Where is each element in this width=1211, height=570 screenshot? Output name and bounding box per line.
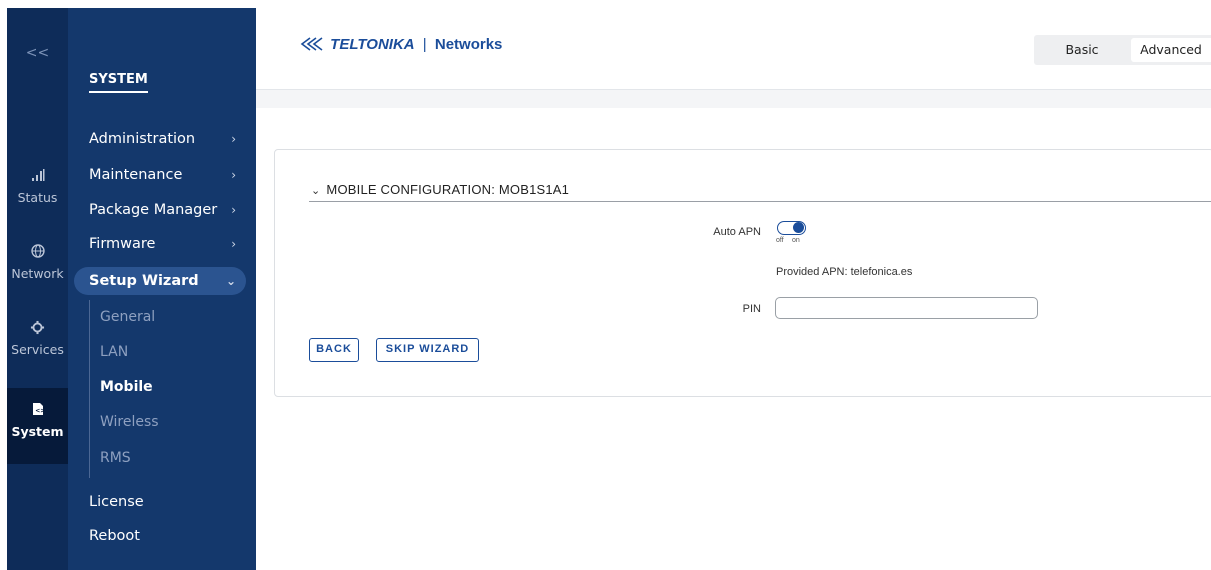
mode-advanced-button[interactable]: Advanced — [1131, 38, 1211, 62]
menu-item-firmware[interactable]: Firmware › — [89, 236, 246, 252]
teltonika-logo[interactable]: TELTONIKA | Networks — [300, 36, 502, 53]
logo-brand: TELTONIKA — [330, 36, 415, 53]
logo-separator: | — [422, 36, 427, 53]
auto-apn-toggle[interactable] — [777, 221, 806, 235]
chevron-right-icon: › — [231, 168, 236, 182]
back-button[interactable]: BACK — [309, 338, 359, 362]
submenu-item-wireless[interactable]: Wireless — [100, 414, 159, 430]
rail-item-services[interactable]: Services — [7, 320, 68, 364]
submenu-item-lan[interactable]: LAN — [100, 344, 128, 360]
toggle-off-label: off — [776, 237, 784, 244]
rail-item-network[interactable]: Network — [7, 244, 68, 284]
mode-switch: Basic Advanced — [1034, 35, 1211, 65]
top-header: TELTONIKA | Networks Basic Advanced — [256, 8, 1211, 90]
mobile-configuration-card: ⌄ MOBILE CONFIGURATION: MOB1S1A1 Auto APN… — [274, 149, 1211, 397]
submenu-item-general[interactable]: General — [100, 309, 155, 325]
chevron-down-icon: ⌄ — [311, 185, 321, 197]
section-title: MOBILE CONFIGURATION: MOB1S1A1 — [326, 182, 570, 197]
rail-item-label: System — [11, 424, 64, 439]
section-divider — [309, 201, 1211, 202]
pin-label: PIN — [742, 303, 761, 315]
toggle-on-label: on — [792, 237, 800, 244]
rail-item-status[interactable]: Status — [7, 168, 68, 208]
menu-item-label: Maintenance — [89, 167, 183, 183]
section-header[interactable]: ⌄ MOBILE CONFIGURATION: MOB1S1A1 — [311, 182, 569, 197]
globe-icon — [7, 244, 68, 266]
rail-item-label: Status — [17, 190, 58, 205]
rail-item-label: Network — [11, 266, 64, 281]
chevron-right-icon: › — [231, 203, 236, 217]
pin-input[interactable] — [775, 297, 1038, 319]
menu-item-label: License — [89, 494, 144, 510]
chevron-down-icon: ⌄ — [225, 274, 236, 288]
header-shadow-band — [256, 90, 1211, 108]
chevron-right-icon: › — [231, 132, 236, 146]
logo-mark-icon — [300, 36, 330, 53]
auto-apn-label: Auto APN — [713, 226, 761, 238]
system-menu: SYSTEM Administration › Maintenance › Pa… — [68, 8, 256, 570]
gear-icon — [7, 320, 68, 342]
menu-item-reboot[interactable]: Reboot — [89, 528, 246, 544]
menu-item-setup-wizard[interactable]: Setup Wizard ⌄ — [74, 267, 246, 295]
menu-item-license[interactable]: License — [89, 494, 246, 510]
menu-item-administration[interactable]: Administration › — [89, 131, 246, 147]
submenu-item-rms[interactable]: RMS — [100, 450, 131, 466]
svg-text:<>: <> — [35, 408, 44, 415]
system-icon: <> — [7, 402, 68, 424]
submenu-divider — [89, 300, 90, 478]
menu-item-label: Administration — [89, 131, 196, 147]
menu-item-label: Firmware — [89, 236, 156, 252]
rail-item-label: Services — [11, 342, 64, 357]
mode-basic-button[interactable]: Basic — [1038, 38, 1126, 62]
signal-icon — [7, 168, 68, 190]
chevron-right-icon: › — [231, 237, 236, 251]
logo-product: Networks — [434, 36, 503, 53]
menu-item-maintenance[interactable]: Maintenance › — [89, 167, 246, 183]
menu-item-package-manager[interactable]: Package Manager › — [89, 202, 246, 218]
menu-item-label: Reboot — [89, 528, 140, 544]
skip-wizard-button[interactable]: SKIP WIZARD — [376, 338, 479, 362]
provided-apn-text: Provided APN: telefonica.es — [776, 266, 913, 278]
toggle-knob — [793, 222, 804, 233]
menu-section-title: SYSTEM — [89, 72, 148, 93]
menu-item-label: Package Manager — [89, 202, 218, 218]
rail-item-system[interactable]: <> System — [7, 388, 68, 464]
icon-rail: << Status Network Services <> System — [7, 8, 68, 570]
submenu-item-mobile[interactable]: Mobile — [100, 379, 153, 395]
collapse-menu-icon[interactable]: << — [7, 45, 68, 61]
menu-item-label: Setup Wizard — [89, 273, 199, 289]
